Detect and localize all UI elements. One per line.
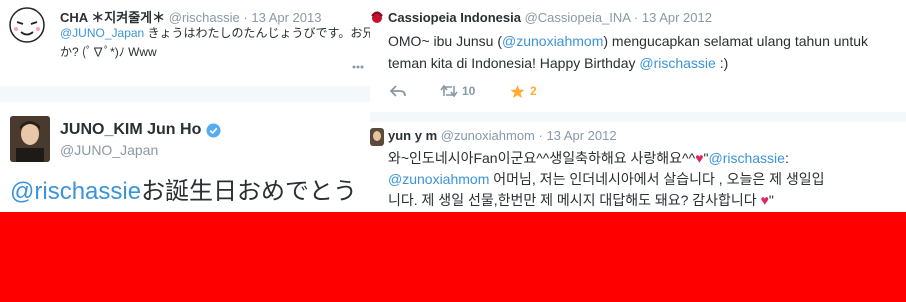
tweet-card-yun: yun y m @zunoxiahmom · 13 Apr 2012 와~인도네… (370, 122, 906, 212)
retweet-count: 10 (462, 84, 476, 98)
tweet-text-line: @zunoxiahmom 어머님, 저는 인더네시아에서 살습니다 , 오늘은 … (388, 169, 825, 190)
tweet-text-cassiopeia: OMO~ ibu Junsu (@zunoxiahmom) mengucapka… (388, 30, 868, 74)
favorite-count: 2 (530, 84, 537, 98)
tweet-text-segment: :) (715, 55, 729, 71)
tweet-text-yun: 와~인도네시아Fan이군요^^생일축하해요 사랑해요^^♥"@rischassi… (388, 148, 825, 211)
tweet-text-line: 니다. 제 생일 선물,한번만 제 메시지 대답해도 돼요? 감사합니다 ♥" (388, 190, 825, 211)
tweet-text-line: 와~인도네시아Fan이군요^^생일축하해요 사랑해요^^♥"@rischassi… (388, 148, 825, 169)
mention-link[interactable]: @rischassie (708, 150, 784, 166)
retweet-icon[interactable] (440, 84, 462, 98)
avatar-cassiopeia[interactable] (370, 10, 384, 32)
tweet-text-segment: OMO~ ibu Junsu ( (388, 33, 502, 49)
tweet-text-segment: きょうはわたしのたんじょうびです。お兄さ (144, 26, 370, 40)
author-handle[interactable]: @rischassie (169, 10, 240, 25)
tweet-date[interactable]: 13 Apr 2012 (642, 10, 712, 25)
tweet-text-line: OMO~ ibu Junsu (@zunoxiahmom) mengucapka… (388, 30, 868, 52)
heart-icon: ♥ (760, 192, 769, 208)
tweet-card-cha: CHA ＊지켜줄게＊ @rischassie · 13 Apr 2013 @JU… (0, 0, 370, 86)
favorite-star-icon[interactable] (510, 84, 530, 99)
tweet-text-segment: 니다. 제 생일 선물,한번만 제 메시지 대답해도 돼요? 감사합니다 (388, 192, 761, 208)
tweet-date[interactable]: 13 Apr 2012 (546, 128, 616, 143)
avatar-cha[interactable] (8, 6, 46, 44)
tweet-card-juno: JUNO_KIM Jun Ho @JUNO_Japan @rischassieお… (0, 102, 370, 212)
tweet-card-cassiopeia: Cassiopeia Indonesia @Cassiopeia_INA · 1… (370, 0, 906, 112)
tweet-header-juno: JUNO_KIM Jun Ho (60, 121, 221, 139)
tweet-text-line: teman kita di Indonesia! Happy Birthday … (388, 52, 868, 74)
tweet-text-segment: : (784, 150, 789, 166)
heart-icon: ♥ (695, 150, 704, 166)
author-handle[interactable]: @JUNO_Japan (60, 142, 158, 158)
author-name[interactable]: Cassiopeia Indonesia (388, 10, 521, 25)
red-overlay-band (0, 212, 906, 302)
more-options-icon[interactable] (352, 64, 364, 70)
reply-icon[interactable] (390, 84, 440, 98)
dot-separator: · (538, 128, 543, 143)
author-name[interactable]: yun y m (388, 128, 437, 143)
mention-link[interactable]: @zunoxiahmom (388, 171, 489, 187)
tweet-text-cha: @JUNO_Japan きょうはわたしのたんじょうびです。お兄さ か? (ﾟ∇ﾟ… (60, 24, 370, 62)
dot-separator: · (633, 10, 639, 25)
divider-strip (0, 86, 370, 102)
author-handle[interactable]: @Cassiopeia_INA (525, 10, 631, 25)
avatar-yun[interactable] (370, 128, 384, 146)
author-name[interactable]: CHA ＊지켜줄게＊ (60, 10, 165, 25)
tweet-header-cassiopeia: Cassiopeia Indonesia @Cassiopeia_INA · 1… (388, 10, 712, 25)
tweet-text-segment: 와~인도네시아Fan이군요^^생일축하해요 사랑해요^^ (388, 150, 696, 166)
divider-strip (370, 112, 906, 122)
avatar-juno[interactable] (10, 116, 50, 162)
tweet-text-segment: teman kita di Indonesia! Happy Birthday (388, 55, 640, 71)
verified-badge-icon (206, 122, 221, 138)
dot-separator: · (243, 10, 248, 25)
mention-link[interactable]: @rischassie (10, 178, 141, 205)
author-handle[interactable]: @zunoxiahmom (441, 128, 535, 143)
tweet-text-segment: 어머님, 저는 인더네시아에서 살습니다 , 오늘은 제 생일입 (489, 171, 825, 187)
tweet-actions: 10 2 (390, 82, 537, 100)
tweet-date[interactable]: 13 Apr 2013 (251, 10, 321, 25)
tweet-text-line: @JUNO_Japan きょうはわたしのたんじょうびです。お兄さ (60, 24, 370, 43)
tweet-text-segment: お誕生日おめでとう (141, 178, 358, 205)
tweet-text-juno: @rischassieお誕生日おめでとう (10, 177, 357, 207)
mention-link[interactable]: @zunoxiahmom (502, 33, 603, 49)
tweet-header-yun: yun y m @zunoxiahmom · 13 Apr 2012 (388, 128, 617, 143)
mention-link[interactable]: @JUNO_Japan (60, 26, 144, 40)
author-name[interactable]: JUNO_KIM Jun Ho (60, 121, 201, 139)
tweet-text-segment: " (768, 192, 774, 208)
tweet-text-segment: か? (ﾟ∇ﾟ*)ﾉ Www (60, 45, 157, 59)
mention-link[interactable]: @rischassie (639, 55, 715, 71)
tweet-text-segment: ) mengucapkan selamat ulang tahun untuk (603, 33, 868, 49)
